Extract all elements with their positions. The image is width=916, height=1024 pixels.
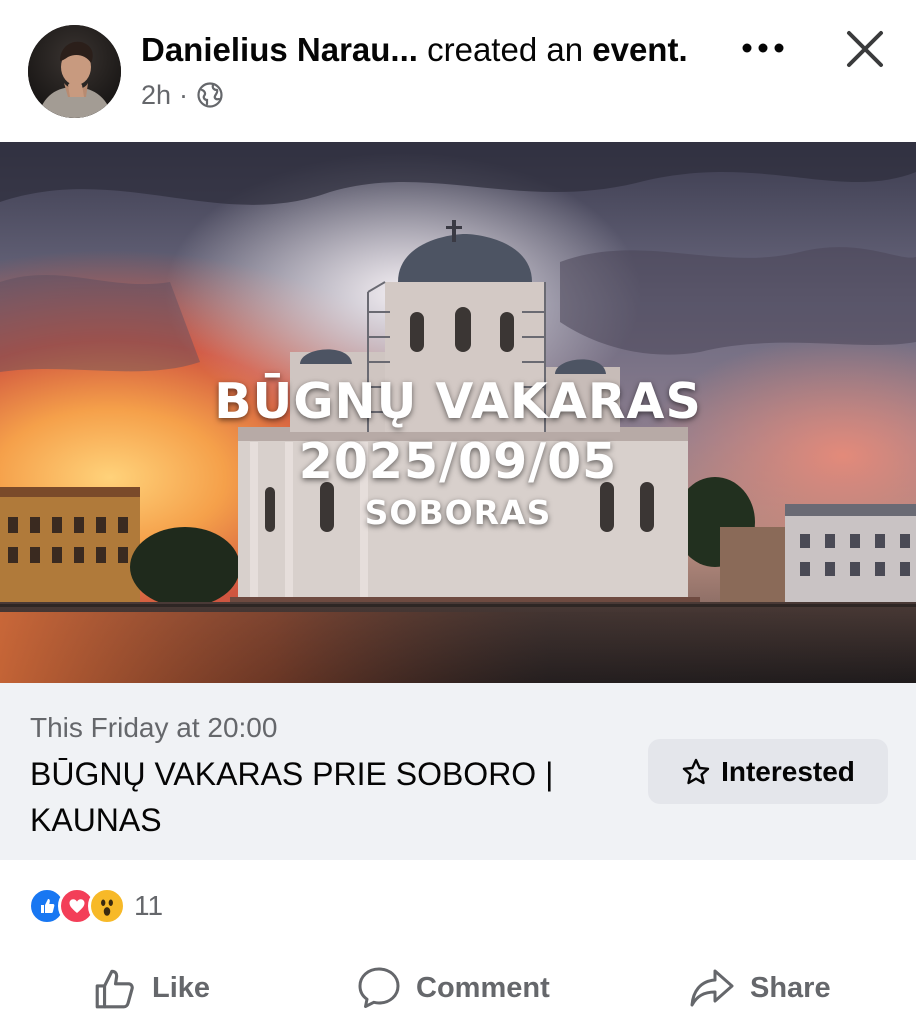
comment-label: Comment	[416, 971, 550, 1004]
post-meta: 2h ·	[141, 78, 224, 112]
reaction-count[interactable]: 11	[134, 890, 163, 922]
interested-button[interactable]: Interested	[648, 739, 888, 804]
post-actions: Like Comment Share	[0, 955, 916, 1021]
event-title[interactable]: BŪGNŲ VAKARAS PRIE SOBORO | KAUNAS	[30, 751, 630, 843]
like-label: Like	[152, 971, 211, 1004]
more-icon	[742, 43, 784, 53]
comment-button[interactable]: Comment	[356, 955, 550, 1021]
more-options-button[interactable]	[740, 30, 786, 66]
star-icon	[681, 757, 711, 787]
post-timestamp[interactable]: 2h	[141, 78, 171, 112]
event-datetime: This Friday at 20:00	[30, 712, 278, 743]
author-name[interactable]: Danielius Narau...	[141, 31, 418, 68]
cover-title: BŪGNŲ VAKARAS	[214, 373, 702, 430]
author-avatar[interactable]	[28, 25, 121, 118]
share-button[interactable]: Share	[688, 955, 831, 1021]
cover-date: 2025/09/05	[298, 433, 618, 490]
event-info-card[interactable]: This Friday at 20:00 BŪGNŲ VAKARAS PRIE …	[0, 683, 916, 860]
comment-icon	[358, 967, 400, 1008]
interested-label: Interested	[721, 755, 855, 787]
post-verb: created an	[427, 31, 584, 68]
close-button[interactable]	[840, 24, 890, 74]
post-object[interactable]: event.	[592, 31, 687, 68]
meta-separator: ·	[179, 80, 189, 110]
post-author-line: Danielius Narau... created an event.	[141, 30, 688, 70]
post-header: Danielius Narau... created an event. 2h …	[0, 0, 916, 142]
wow-icon	[88, 887, 126, 925]
globe-icon	[196, 81, 224, 109]
thumbs-up-icon	[95, 969, 134, 1009]
share-label: Share	[750, 971, 831, 1004]
close-icon	[847, 31, 883, 67]
reactions-summary[interactable]: 11	[28, 886, 163, 926]
share-icon	[690, 969, 734, 1007]
like-button[interactable]: Like	[92, 955, 210, 1021]
cover-venue: SOBORAS	[364, 493, 552, 532]
event-cover-image[interactable]: BŪGNŲ VAKARAS 2025/09/05 SOBORAS	[0, 142, 916, 683]
